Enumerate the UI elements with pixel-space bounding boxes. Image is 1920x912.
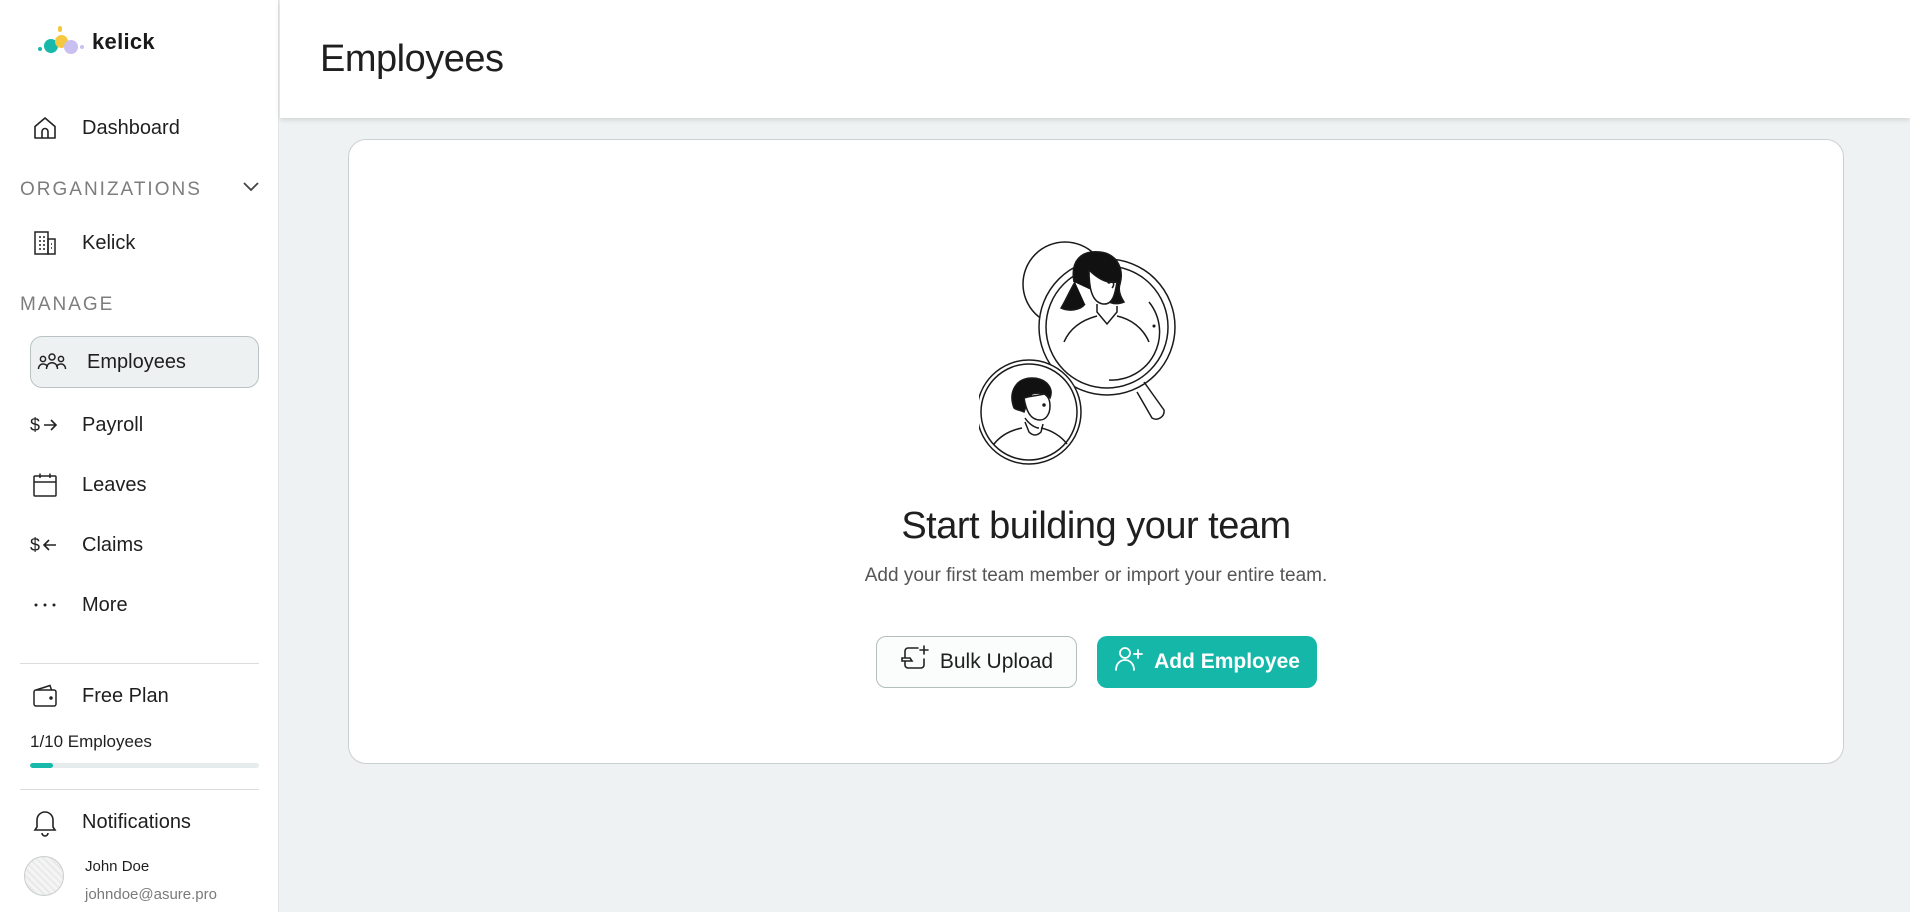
sidebar-item-label: Notifications bbox=[82, 810, 191, 833]
kelick-logo-icon bbox=[38, 26, 84, 58]
sidebar-divider bbox=[20, 663, 259, 664]
sidebar-item-leaves[interactable]: Leaves bbox=[30, 459, 259, 511]
manage-heading: MANAGE bbox=[20, 294, 115, 315]
sidebar-item-label: Free Plan bbox=[82, 684, 169, 707]
plan-usage-text: 1/10 Employees bbox=[30, 732, 152, 751]
file-upload-icon bbox=[900, 644, 930, 680]
bulk-upload-button[interactable]: Bulk Upload bbox=[876, 636, 1077, 688]
sidebar-item-claims[interactable]: $ Claims bbox=[30, 519, 259, 571]
sidebar-item-more[interactable]: More bbox=[30, 579, 259, 631]
page-title: Employees bbox=[320, 38, 504, 80]
avatar bbox=[24, 856, 64, 896]
brand-name: kelick bbox=[92, 29, 155, 54]
add-employee-button[interactable]: Add Employee bbox=[1097, 636, 1317, 688]
sidebar-item-label: Dashboard bbox=[82, 116, 180, 139]
svg-text:$: $ bbox=[30, 415, 40, 435]
plan-usage-progress bbox=[30, 763, 259, 768]
sidebar-item-label: Leaves bbox=[82, 473, 147, 496]
sidebar-item-organization[interactable]: Kelick bbox=[30, 217, 259, 269]
empty-state-title: Start building your team bbox=[901, 505, 1291, 547]
svg-text:$: $ bbox=[30, 535, 40, 555]
sidebar-item-label: Kelick bbox=[82, 231, 136, 254]
organizations-heading: ORGANIZATIONS bbox=[20, 179, 202, 200]
user-email: johndoe@asure.pro bbox=[85, 886, 217, 903]
sidebar-item-payroll[interactable]: $ Payroll bbox=[30, 399, 259, 451]
add-user-icon bbox=[1114, 645, 1144, 679]
user-name: John Doe bbox=[85, 858, 150, 875]
user-profile[interactable]: John Doe johndoe@asure.pro bbox=[24, 856, 217, 903]
calendar-icon bbox=[30, 470, 60, 500]
scrollbar-track[interactable] bbox=[1910, 0, 1920, 912]
dollar-arrow-left-icon: $ bbox=[30, 530, 60, 560]
add-employee-label: Add Employee bbox=[1154, 650, 1300, 673]
empty-state-card: Start building your team Add your first … bbox=[348, 139, 1844, 764]
sidebar-item-employees[interactable]: Employees bbox=[30, 336, 259, 388]
sidebar-item-label: Employees bbox=[87, 350, 186, 373]
home-icon bbox=[30, 113, 60, 143]
sidebar-item-label: Payroll bbox=[82, 413, 144, 436]
bell-icon bbox=[30, 807, 60, 837]
sidebar-item-plan[interactable]: Free Plan bbox=[30, 670, 259, 722]
empty-state-subtitle: Add your first team member or import you… bbox=[864, 565, 1328, 586]
sidebar-item-notifications[interactable]: Notifications bbox=[30, 796, 259, 848]
ellipsis-icon bbox=[30, 590, 60, 620]
bulk-upload-label: Bulk Upload bbox=[939, 650, 1054, 673]
sidebar-item-label: Claims bbox=[82, 533, 144, 556]
plan-usage-progress-fill bbox=[30, 763, 53, 768]
team-search-illustration bbox=[976, 232, 1209, 472]
sidebar-item-label: More bbox=[82, 593, 128, 616]
users-icon bbox=[37, 347, 67, 377]
brand-logo[interactable]: kelick bbox=[38, 26, 155, 58]
page-header: Employees bbox=[280, 0, 1910, 118]
sidebar: kelick Dashboard ORGANIZATIONS Kelick MA… bbox=[0, 0, 279, 912]
chevron-down-icon[interactable] bbox=[242, 180, 260, 198]
building-icon bbox=[30, 228, 60, 258]
wallet-icon bbox=[30, 681, 60, 711]
sidebar-divider bbox=[20, 789, 259, 790]
dollar-arrow-right-icon: $ bbox=[30, 410, 60, 440]
sidebar-item-dashboard[interactable]: Dashboard bbox=[30, 102, 259, 154]
